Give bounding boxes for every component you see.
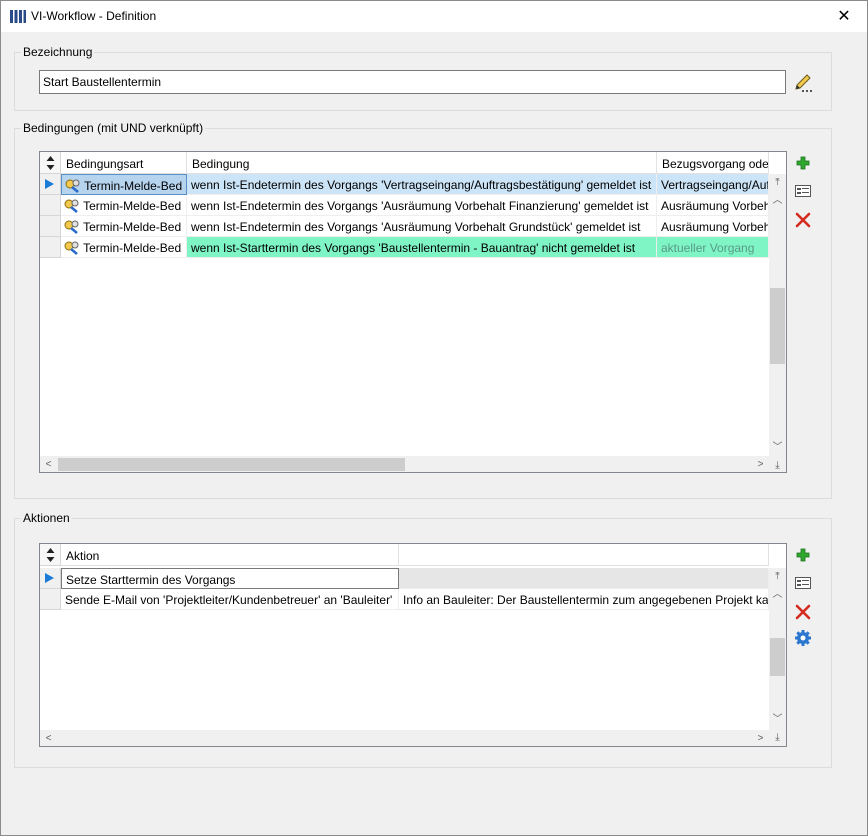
horizontal-scrollbar[interactable]: < > xyxy=(40,730,769,746)
horizontal-scroll-thumb[interactable] xyxy=(58,458,405,471)
row-header[interactable] xyxy=(40,195,61,216)
plus-icon[interactable] xyxy=(794,154,812,172)
vertical-scrollbar[interactable]: ⤒ ︿ ﹀ ⤓ xyxy=(769,568,786,746)
column-header-aktion[interactable]: Aktion xyxy=(61,544,399,566)
table-cell-art[interactable]: Termin-Melde-Bed xyxy=(61,237,187,258)
aktionen-group-label: Aktionen xyxy=(21,511,72,525)
key-condition-icon xyxy=(64,199,79,213)
scroll-left-button[interactable]: < xyxy=(40,456,57,472)
delete-x-icon[interactable] xyxy=(794,603,812,621)
bedingungen-group-label: Bedingungen (mit UND verknüpft) xyxy=(21,121,206,135)
table-cell-art[interactable]: Termin-Melde-Bed xyxy=(61,195,187,216)
scroll-right-button[interactable]: > xyxy=(752,456,769,472)
table-cell-bedingung[interactable]: wenn Ist-Starttermin des Vorgangs 'Baust… xyxy=(187,237,657,258)
column-header-info[interactable] xyxy=(399,544,769,566)
table-cell-aktion[interactable]: Setze Starttermin des Vorgangs xyxy=(61,568,399,589)
delete-x-icon[interactable] xyxy=(794,211,812,229)
scroll-up-button[interactable]: ︿ xyxy=(769,192,786,209)
title-bar: VI-Workflow - Definition ✕ xyxy=(1,1,867,32)
table-cell-bedingung[interactable]: wenn Ist-Endetermin des Vorgangs 'Ausräu… xyxy=(187,216,657,237)
scroll-bottom-button[interactable]: ⤓ xyxy=(769,729,786,746)
table-cell-bezug[interactable]: Ausräumung Vorbeh xyxy=(657,195,769,216)
current-row-arrow-icon xyxy=(45,573,54,583)
table-cell-bedingung[interactable]: wenn Ist-Endetermin des Vorgangs 'Vertra… xyxy=(187,174,657,195)
row-header[interactable] xyxy=(40,568,61,589)
bedingungen-grid[interactable]: Bedingungsart Bedingung Bezugsvorgang od… xyxy=(39,151,787,473)
table-cell-info[interactable] xyxy=(399,568,769,589)
table-cell-bezug[interactable]: Ausräumung Vorbeh xyxy=(657,216,769,237)
table-cell-info[interactable]: Info an Bauleiter: Der Baustellentermin … xyxy=(399,589,769,610)
row-header[interactable] xyxy=(40,216,61,237)
plus-icon[interactable] xyxy=(794,546,812,564)
horizontal-scrollbar[interactable]: < > xyxy=(40,456,769,472)
row-header[interactable] xyxy=(40,237,61,258)
scroll-down-button[interactable]: ﹀ xyxy=(769,711,786,728)
sort-updown-icon[interactable] xyxy=(40,152,61,174)
table-cell-bezug[interactable]: aktueller Vorgang xyxy=(657,237,769,258)
row-header[interactable] xyxy=(40,589,61,610)
scroll-down-button[interactable]: ﹀ xyxy=(769,439,786,456)
edit-record-icon[interactable] xyxy=(794,182,812,200)
table-cell-bedingung[interactable]: wenn Ist-Endetermin des Vorgangs 'Ausräu… xyxy=(187,195,657,216)
close-button[interactable]: ✕ xyxy=(821,1,867,32)
table-cell-art[interactable]: Termin-Melde-Bed xyxy=(61,174,187,195)
vertical-scroll-thumb[interactable] xyxy=(770,288,785,364)
vertical-scroll-thumb[interactable] xyxy=(770,638,785,676)
column-header-bedingungsart[interactable]: Bedingungsart xyxy=(61,152,187,174)
sort-updown-icon[interactable] xyxy=(40,544,61,566)
scroll-up-button[interactable]: ︿ xyxy=(769,586,786,603)
vertical-scrollbar[interactable]: ⤒ ︿ ﹀ ⤓ xyxy=(769,174,786,472)
key-condition-icon xyxy=(65,179,80,193)
row-header[interactable] xyxy=(40,174,61,195)
table-cell-art[interactable]: Termin-Melde-Bed xyxy=(61,216,187,237)
scroll-top-button[interactable]: ⤒ xyxy=(769,174,786,191)
pencil-icon[interactable] xyxy=(793,73,813,93)
window-title: VI-Workflow - Definition xyxy=(31,9,157,23)
bezeichnung-group-label: Bezeichnung xyxy=(21,45,95,59)
current-row-arrow-icon xyxy=(45,179,54,189)
edit-record-icon[interactable] xyxy=(794,574,812,592)
scroll-right-button[interactable]: > xyxy=(752,730,769,746)
table-cell-aktion[interactable]: Sende E-Mail von 'Projektleiter/Kundenbe… xyxy=(61,589,399,610)
column-header-bedingung[interactable]: Bedingung xyxy=(187,152,657,174)
column-header-bezugsvorgang[interactable]: Bezugsvorgang oder Pr xyxy=(657,152,769,174)
scroll-top-button[interactable]: ⤒ xyxy=(769,568,786,585)
aktionen-grid[interactable]: Aktion Setze Starttermin des Vorgangs Se… xyxy=(39,543,787,747)
scroll-bottom-button[interactable]: ⤓ xyxy=(769,457,786,472)
key-condition-icon xyxy=(64,241,79,255)
gear-icon[interactable] xyxy=(794,629,812,647)
app-grid-icon xyxy=(10,10,26,23)
table-cell-bezug[interactable]: Vertragseingang/Auft xyxy=(657,174,769,195)
bezeichnung-input[interactable]: Start Baustellentermin xyxy=(39,70,786,94)
key-condition-icon xyxy=(64,220,79,234)
workflow-definition-window: VI-Workflow - Definition ✕ Bezeichnung S… xyxy=(0,0,868,836)
scroll-left-button[interactable]: < xyxy=(40,730,57,746)
